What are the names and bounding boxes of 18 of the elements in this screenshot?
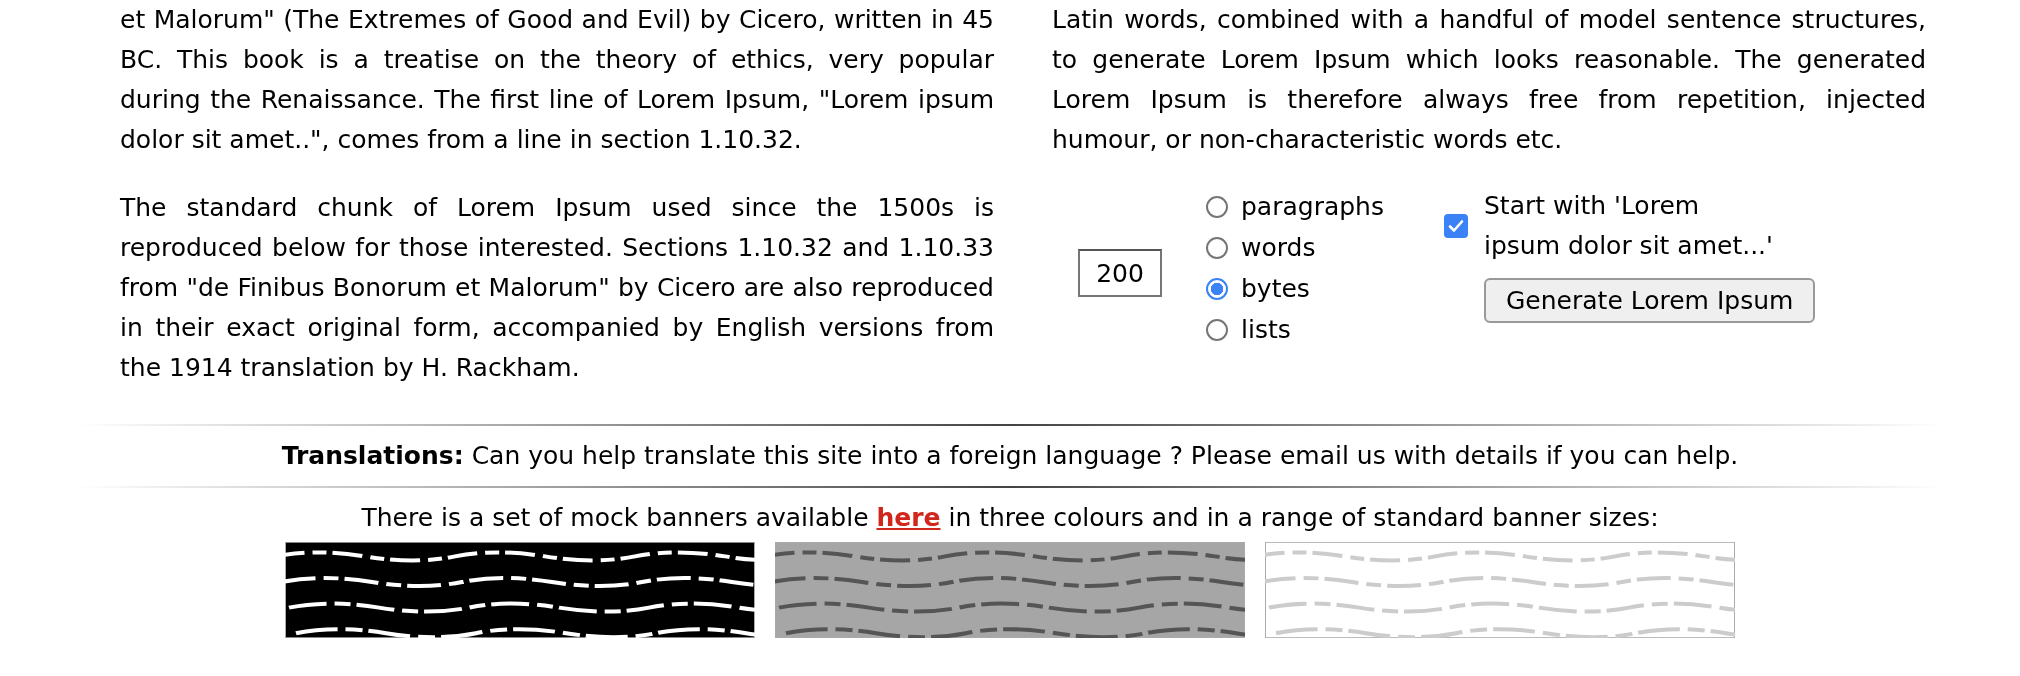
radio-button[interactable]: [1206, 236, 1228, 259]
radio-label[interactable]: bytes: [1241, 274, 1310, 303]
radio-label[interactable]: paragraphs: [1241, 192, 1384, 221]
paragraph: Latin words, combined with a handful of model sentence structures, to generate Lorem Ipsum which looks reasonable. The generated Lorem Ipsum is therefore always free from repetition, injected humour, or non-characteristic words etc.: [1052, 4, 1926, 156]
checkbox-label[interactable]: Start with 'Lorem ipsum dolor sit amet...': [1484, 186, 1774, 266]
radio-button[interactable]: [1206, 195, 1228, 218]
translations-text: Translations: Can you help translate this site into a foreign language ? Please email us with details if you can help.: [280, 440, 1740, 472]
paragraph: The standard chunk of Lorem Ipsum used since the 1500s is reproduced below for those interested. Sections 1.10.32 and 1.10.33 from "de Finibus Bonorum et Malorum" by Cicero are also reproduced in their exact original form, accompanied by English versions from the 1914 translation by H. Rackham.: [120, 192, 994, 384]
radio-label[interactable]: words: [1241, 233, 1316, 262]
here-link[interactable]: here: [876, 503, 941, 532]
banners-text: There is a set of mock banners available here in three colours and in a range of standard banner sizes:: [360, 502, 1660, 534]
checkbox[interactable]: [1444, 214, 1468, 238]
amount-field[interactable]: 200: [1078, 249, 1162, 297]
radio-button[interactable]: [1206, 277, 1228, 300]
radio-button[interactable]: [1206, 318, 1228, 341]
paragraph: et Malorum" (The Extremes of Good and Evil) by Cicero, written in 45 BC. This book is a treatise on the theory of ethics, very popular during the Renaissance. The first line of Lorem Ipsum, "Lorem ipsum dolor sit amet..", comes from a line in section 1.10.32.: [120, 4, 994, 156]
generate-button[interactable]: Generate Lorem Ipsum: [1484, 278, 1816, 323]
radio-label[interactable]: lists: [1241, 315, 1291, 344]
